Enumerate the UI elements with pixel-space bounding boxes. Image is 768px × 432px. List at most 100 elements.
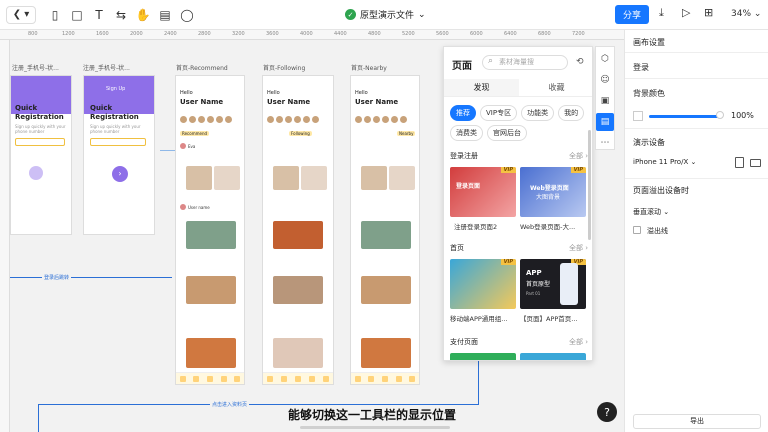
avatar-row	[263, 116, 323, 123]
page-template-icon[interactable]: ▤	[596, 113, 614, 131]
reg-subtext: Sign up quickly with your phone number	[90, 124, 141, 134]
template-thumbnail[interactable]: VIP Web登录页面 大图背景	[520, 167, 586, 217]
interaction-link[interactable]	[10, 277, 172, 278]
tab-nearby[interactable]: Nearby	[397, 131, 416, 136]
device-select[interactable]: iPhone 11 Pro/X ⌄	[633, 158, 696, 166]
see-all-link[interactable]: 全部 ›	[569, 337, 588, 347]
next-button[interactable]	[29, 166, 43, 180]
see-all-text: 全部	[568, 244, 583, 252]
document-title[interactable]: ✓ 原型演示文件 ⌄	[345, 8, 426, 21]
next-button[interactable]: ›	[112, 166, 128, 182]
user-name-heading: User Name	[355, 98, 399, 106]
overflow-label: 页面溢出设备时	[633, 186, 689, 195]
share-button[interactable]: 分享	[615, 5, 649, 24]
interaction-link[interactable]	[38, 404, 39, 432]
ruler-tick: 6000	[470, 31, 483, 37]
caption-subtitle: 能够切换这一工具栏的显示位置	[288, 408, 457, 422]
download-icon[interactable]: ⤓	[659, 6, 664, 20]
rectangle-icon[interactable]: □	[66, 4, 88, 26]
tab-following[interactable]: Following	[289, 131, 312, 136]
tab-favorites[interactable]: 收藏	[519, 79, 592, 96]
portrait-icon[interactable]	[735, 157, 744, 168]
more-icon[interactable]: ⋯	[596, 134, 614, 152]
template-thumbnail[interactable]: VIP 登录页面	[450, 167, 516, 217]
page-icon[interactable]: ▯	[44, 4, 66, 26]
search-input[interactable]: 素材海量搜	[482, 55, 568, 70]
comment-icon[interactable]: ◯	[176, 4, 198, 26]
image-icon[interactable]: ▣	[596, 92, 614, 110]
pages-library-panel[interactable]: 页面 素材海量搜 ⟲ 发现 收藏 推荐 VIP专区 功能类 我的 消费类 官网后…	[443, 46, 593, 361]
chip-mine[interactable]: 我的	[558, 105, 585, 121]
feed-tabs[interactable]: Nearby	[393, 129, 419, 138]
feed-image	[186, 338, 236, 368]
frame-label[interactable]: 首页-Recommend	[176, 63, 228, 72]
layout-icon[interactable]: ⊞	[704, 6, 713, 19]
registration-frame-1[interactable]: Quick Registration Sign up quickly with …	[10, 75, 72, 235]
play-icon[interactable]: ▷	[682, 6, 690, 19]
chip-recommend[interactable]: 推荐	[450, 105, 476, 121]
zoom-level[interactable]: 34% ⌄	[731, 9, 761, 19]
registration-frame-2[interactable]: Sign Up Quick Registration Sign up quick…	[83, 75, 155, 235]
scroll-mode-select[interactable]: 垂直滚动 ⌄	[633, 207, 669, 217]
back-menu-button[interactable]: ❮ ▾	[6, 5, 36, 24]
thumb-text: 大图背景	[536, 194, 561, 201]
feed-tabs[interactable]: Following	[285, 129, 316, 138]
landscape-icon[interactable]	[750, 159, 761, 167]
opacity-slider-handle[interactable]	[716, 111, 724, 119]
history-icon[interactable]: ⟲	[576, 57, 584, 67]
bottom-nav[interactable]	[351, 372, 419, 384]
template-thumbnail[interactable]: VIP APP 首页原型 Part 01	[520, 259, 586, 309]
frame-label[interactable]: 注册_手机号-状...	[12, 63, 59, 72]
component-icon[interactable]: ⬡	[596, 50, 614, 68]
chip-admin[interactable]: 官网后台	[487, 125, 527, 141]
feed-image	[186, 276, 236, 304]
text-tool-icon[interactable]: T	[88, 4, 110, 26]
tab-discover[interactable]: 发现	[444, 79, 519, 96]
see-all-link[interactable]: 全部 ›	[569, 243, 588, 253]
tab-recommend[interactable]: Recommend	[180, 131, 210, 136]
emoji-icon[interactable]: ☺	[596, 71, 614, 89]
chip-vip[interactable]: VIP专区	[480, 105, 518, 121]
export-button[interactable]: 导出	[633, 414, 761, 429]
ruler-tick: 1200	[62, 31, 75, 37]
feed-image	[186, 221, 236, 249]
zoom-value: 34%	[731, 9, 752, 19]
see-all-link[interactable]: 全部 ›	[569, 151, 588, 161]
frame-label[interactable]: 首页-Nearby	[351, 63, 387, 72]
horizontal-scrollbar[interactable]	[300, 426, 450, 429]
hand-tool-icon[interactable]: ✋	[132, 4, 154, 26]
feed-tabs[interactable]: Recommend	[176, 129, 213, 138]
template-thumbnail[interactable]	[450, 353, 516, 360]
bottom-nav[interactable]	[176, 372, 244, 384]
panel-scrollbar[interactable]	[588, 130, 591, 240]
opacity-slider[interactable]	[649, 115, 719, 118]
ruler-tick: 800	[28, 31, 38, 37]
vip-badge: VIP	[500, 167, 516, 173]
opacity-value[interactable]: 100%	[731, 111, 754, 120]
chip-consumer[interactable]: 消费类	[450, 125, 483, 141]
user-name-heading: User Name	[180, 98, 224, 106]
bg-color-swatch[interactable]	[633, 111, 643, 121]
template-thumbnail[interactable]: VIP	[450, 259, 516, 309]
template-thumbnail[interactable]	[520, 353, 586, 360]
panel-tabs: 发现 收藏	[444, 79, 592, 97]
frame-label[interactable]: 首页-Following	[263, 63, 305, 72]
phone-input[interactable]	[90, 138, 146, 146]
frame-label[interactable]: 注册_手机号-状...	[83, 63, 130, 72]
interaction-link[interactable]	[478, 360, 479, 405]
home-following-frame[interactable]: Hello User Name Following	[262, 75, 334, 385]
reg-heading: Quick	[15, 104, 38, 112]
bottom-nav[interactable]	[263, 372, 333, 384]
overflow-line-checkbox[interactable]	[633, 226, 641, 234]
help-button[interactable]: ?	[597, 402, 617, 422]
home-recommend-frame[interactable]: Hello User Name Recommend Eva User name	[175, 75, 245, 385]
ruler-tick: 1600	[96, 31, 109, 37]
chip-function[interactable]: 功能类	[521, 105, 555, 121]
interaction-link[interactable]	[38, 404, 478, 405]
connector-icon[interactable]: ⇆	[110, 4, 132, 26]
note-icon[interactable]: ▤	[154, 4, 176, 26]
home-nearby-frame[interactable]: Hello User Name Nearby	[350, 75, 420, 385]
phone-input[interactable]	[15, 138, 65, 146]
ruler-tick: 2400	[164, 31, 177, 37]
interaction-link[interactable]	[160, 150, 175, 151]
